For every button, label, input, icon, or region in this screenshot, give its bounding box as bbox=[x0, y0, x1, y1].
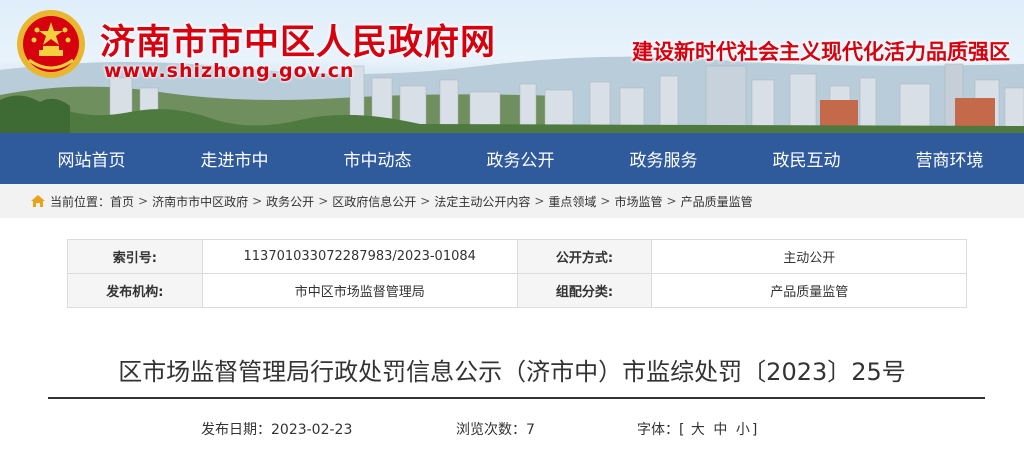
breadcrumb-prefix: 当前位置： bbox=[50, 194, 111, 209]
breadcrumb-item-info-open[interactable]: 区政府信息公开 bbox=[332, 193, 416, 210]
org-label: 发布机构: bbox=[67, 273, 203, 308]
font-medium-button[interactable]: 中 bbox=[713, 422, 727, 438]
main-nav: 网站首页 走进市中 市中动态 政务公开 政务服务 政民互动 营商环境 bbox=[0, 133, 1024, 184]
site-banner: 济南市市中区人民政府网 www.shizhong.gov.cn 建设新时代社会主… bbox=[0, 0, 1024, 133]
title-divider bbox=[48, 397, 985, 399]
breadcrumb-item-product-quality[interactable]: 产品质量监管 bbox=[681, 193, 753, 210]
table-row: 索引号: 113701033072287983/2023-01084 公开方式:… bbox=[67, 239, 967, 274]
view-count: 浏览次数：7 bbox=[456, 419, 535, 439]
font-size-label: 字体： bbox=[637, 422, 679, 438]
site-url[interactable]: www.shizhong.gov.cn bbox=[104, 60, 355, 82]
nav-item-gov-service[interactable]: 政务服务 bbox=[592, 146, 735, 171]
home-icon bbox=[31, 195, 45, 207]
national-emblem-icon bbox=[17, 10, 85, 78]
font-bracket-open: [ bbox=[679, 422, 685, 438]
nav-item-home[interactable]: 网站首页 bbox=[20, 146, 163, 171]
view-count-label: 浏览次数： bbox=[456, 422, 526, 438]
nav-item-about[interactable]: 走进市中 bbox=[163, 146, 306, 171]
org-value: 市中区市场监督管理局 bbox=[201, 273, 518, 308]
font-bracket-close: ] bbox=[751, 422, 758, 438]
index-label: 索引号: bbox=[67, 239, 203, 274]
breadcrumb-separator: > bbox=[600, 194, 611, 208]
category-value: 产品质量监管 bbox=[651, 273, 967, 308]
publish-date-label: 发布日期： bbox=[201, 422, 271, 438]
breadcrumb-item-statutory[interactable]: 法定主动公开内容 bbox=[434, 193, 530, 210]
breadcrumb-separator: > bbox=[420, 194, 431, 208]
nav-item-business[interactable]: 营商环境 bbox=[878, 146, 1021, 171]
method-value: 主动公开 bbox=[651, 239, 967, 274]
breadcrumb-separator: > bbox=[252, 194, 263, 208]
publish-date: 发布日期：2023-02-23 bbox=[201, 419, 352, 439]
breadcrumb-item-home[interactable]: 首页 bbox=[110, 193, 134, 210]
breadcrumb-item-market[interactable]: 市场监管 bbox=[614, 193, 662, 210]
font-small-button[interactable]: 小 bbox=[736, 422, 750, 438]
method-label: 公开方式: bbox=[516, 239, 653, 274]
breadcrumb-item-gov-open[interactable]: 政务公开 bbox=[266, 193, 314, 210]
breadcrumb-separator: > bbox=[534, 194, 545, 208]
breadcrumb-item-key-areas[interactable]: 重点领域 bbox=[548, 193, 596, 210]
article-title: 区市场监督管理局行政处罚信息公示（济市中）市监综处罚〔2023〕25号 bbox=[118, 358, 906, 386]
nav-item-news[interactable]: 市中动态 bbox=[306, 146, 449, 171]
site-title[interactable]: 济南市市中区人民政府网 bbox=[100, 14, 496, 65]
nav-item-gov-open[interactable]: 政务公开 bbox=[449, 146, 592, 171]
category-label: 组配分类: bbox=[516, 273, 653, 308]
nav-item-interaction[interactable]: 政民互动 bbox=[735, 146, 878, 171]
breadcrumb-separator: > bbox=[138, 194, 149, 208]
publish-date-value: 2023-02-23 bbox=[271, 422, 353, 438]
info-table: 索引号: 113701033072287983/2023-01084 公开方式:… bbox=[67, 239, 967, 308]
breadcrumb-item-gov[interactable]: 济南市市中区政府 bbox=[152, 193, 248, 210]
view-count-value: 7 bbox=[526, 422, 535, 438]
font-size-switcher: 字体：[ 大 中 小] bbox=[637, 419, 757, 439]
breadcrumb: 当前位置： 首页 > 济南市市中区政府 > 政务公开 > 区政府信息公开 > 法… bbox=[0, 184, 1024, 218]
table-row: 发布机构: 市中区市场监督管理局 组配分类: 产品质量监管 bbox=[67, 273, 967, 308]
index-value: 113701033072287983/2023-01084 bbox=[201, 239, 518, 274]
breadcrumb-separator: > bbox=[666, 194, 677, 208]
slogan: 建设新时代社会主义现代化活力品质强区 bbox=[632, 40, 1010, 64]
font-large-button[interactable]: 大 bbox=[691, 422, 705, 438]
breadcrumb-separator: > bbox=[318, 194, 329, 208]
